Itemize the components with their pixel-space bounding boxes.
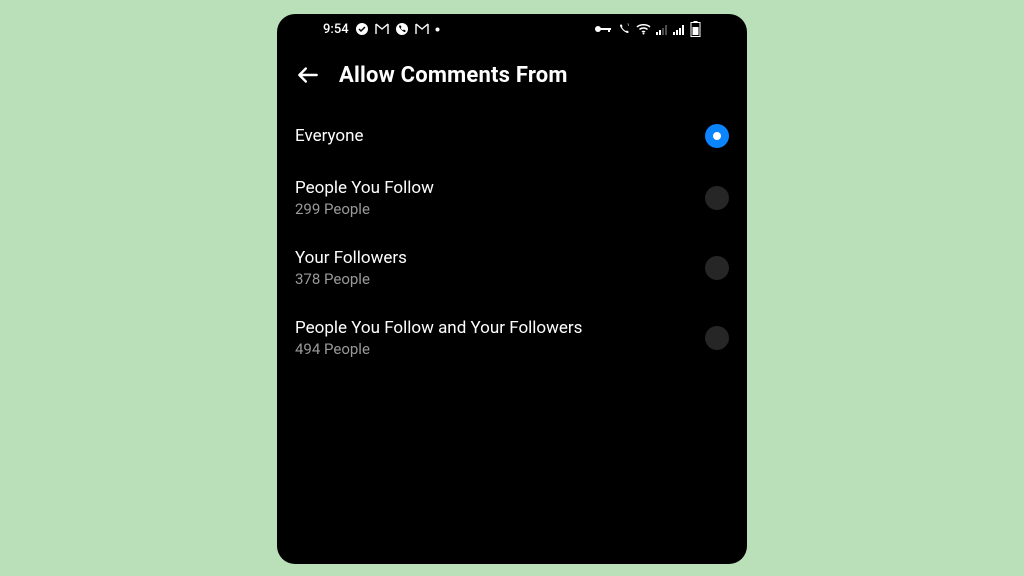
gmail-icon <box>415 23 429 35</box>
radio-selected-icon <box>705 124 729 148</box>
option-text: People You Follow and Your Followers 494… <box>295 318 582 358</box>
status-bar-right: 1 <box>594 21 701 37</box>
option-title: People You Follow <box>295 178 434 198</box>
status-bar: 9:54 1 <box>277 14 747 44</box>
dot-icon <box>435 27 440 32</box>
option-subtitle: 494 People <box>295 340 582 358</box>
radio-unselected-icon <box>705 186 729 210</box>
svg-text:1: 1 <box>627 22 629 27</box>
option-title: Your Followers <box>295 248 407 268</box>
signal-small-icon <box>656 24 668 35</box>
gmail-icon <box>375 23 389 35</box>
option-your-followers[interactable]: Your Followers 378 People <box>295 234 729 304</box>
arrow-left-icon <box>295 62 321 88</box>
signal-icon <box>673 24 685 35</box>
option-people-you-follow-and-followers[interactable]: People You Follow and Your Followers 494… <box>295 304 729 374</box>
radio-unselected-icon <box>705 256 729 280</box>
option-text: Everyone <box>295 126 364 146</box>
wifi-icon <box>636 23 651 35</box>
key-icon <box>594 24 612 34</box>
phone-screen: 9:54 1 <box>277 14 747 564</box>
status-bar-left: 9:54 <box>323 22 440 37</box>
volte-icon: 1 <box>617 22 631 36</box>
option-title: People You Follow and Your Followers <box>295 318 582 338</box>
option-text: People You Follow 299 People <box>295 178 434 218</box>
back-button[interactable] <box>295 62 321 88</box>
option-title: Everyone <box>295 126 364 146</box>
page-title: Allow Comments From <box>339 63 568 88</box>
option-subtitle: 378 People <box>295 270 407 288</box>
option-people-you-follow[interactable]: People You Follow 299 People <box>295 164 729 234</box>
options-list: Everyone People You Follow 299 People Yo… <box>277 110 747 374</box>
option-everyone[interactable]: Everyone <box>295 110 729 164</box>
option-subtitle: 299 People <box>295 200 434 218</box>
status-time: 9:54 <box>323 22 349 37</box>
page-header: Allow Comments From <box>277 44 747 110</box>
battery-icon <box>690 21 701 37</box>
phone-circle-icon <box>395 22 409 36</box>
option-text: Your Followers 378 People <box>295 248 407 288</box>
radio-unselected-icon <box>705 326 729 350</box>
circle-icon <box>355 22 369 36</box>
